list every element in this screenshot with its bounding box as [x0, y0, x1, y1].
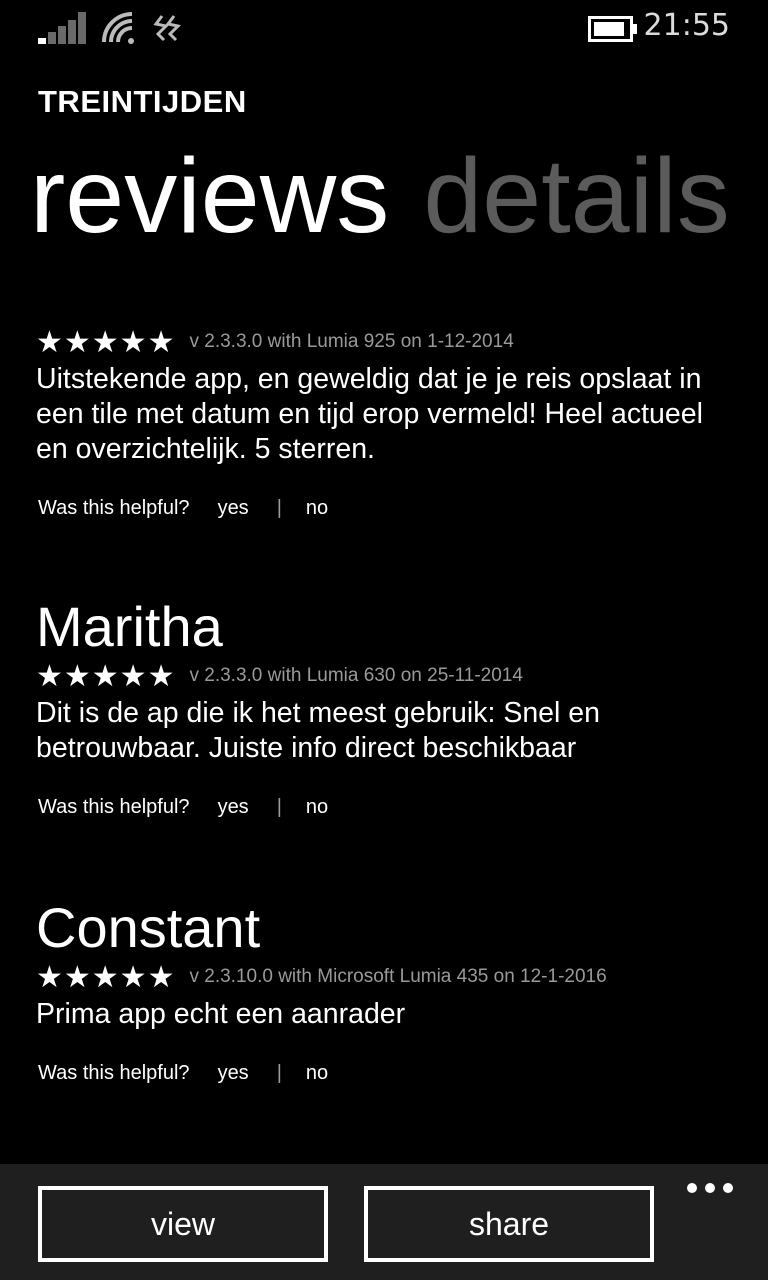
rating-stars: ★★★★★ [36, 658, 176, 694]
review-text: Prima app echt een aanrader [36, 998, 406, 1030]
rating-stars: ★★★★★ [36, 324, 176, 360]
review-meta: v 2.3.3.0 with Lumia 925 on 1-12-2014 [189, 331, 514, 352]
signal-icon [38, 12, 86, 44]
review-text: Dit is de ap die ik het meest gebruik: S… [36, 697, 600, 764]
helpful-yes-link[interactable]: yes [218, 1062, 249, 1085]
review-meta-row: ★★★★★ v 2.3.3.0 with Lumia 925 on 1-12-2… [36, 324, 736, 360]
helpful-row: Was this helpful? yes | no [36, 1062, 736, 1085]
app-title: TREINTIJDEN [38, 84, 247, 119]
helpful-question: Was this helpful? [38, 796, 190, 818]
review-item: Maritha ★★★★★ v 2.3.3.0 with Lumia 630 o… [36, 596, 736, 819]
pivot-header: reviews details [30, 140, 730, 252]
helpful-no-link[interactable]: no [306, 497, 328, 520]
data-sense-icon [153, 15, 182, 42]
helpful-yes-link[interactable]: yes [218, 796, 249, 819]
review-meta: v 2.3.3.0 with Lumia 630 on 25-11-2014 [189, 665, 523, 686]
helpful-yes-link[interactable]: yes [218, 497, 249, 520]
view-button[interactable]: view [38, 1186, 328, 1262]
share-button[interactable]: share [364, 1186, 654, 1262]
battery-icon [588, 16, 637, 42]
reviewer-name: Maritha [36, 595, 223, 658]
helpful-question: Was this helpful? [38, 497, 190, 519]
pivot-tab-details[interactable]: details [423, 140, 729, 252]
reviewer-name: Constant [36, 896, 261, 959]
helpful-separator: | [276, 796, 282, 818]
wifi-icon [102, 12, 134, 44]
reviews-list[interactable]: ★★★★★ v 2.3.3.0 with Lumia 925 on 1-12-2… [0, 290, 768, 1165]
helpful-row: Was this helpful? yes | no [36, 497, 736, 520]
helpful-row: Was this helpful? yes | no [36, 796, 736, 819]
helpful-question: Was this helpful? [38, 1062, 190, 1084]
review-text: Uitstekende app, en geweldig dat je je r… [36, 363, 703, 465]
review-meta-row: ★★★★★ v 2.3.10.0 with Microsoft Lumia 43… [36, 959, 736, 995]
app-bar: view share [0, 1164, 768, 1280]
more-dots-icon[interactable] [686, 1180, 734, 1196]
review-item: ★★★★★ v 2.3.3.0 with Lumia 925 on 1-12-2… [36, 324, 736, 520]
helpful-no-link[interactable]: no [306, 796, 328, 819]
helpful-separator: | [276, 497, 282, 519]
pivot-tab-reviews[interactable]: reviews [30, 140, 389, 252]
helpful-separator: | [276, 1062, 282, 1084]
status-bar: 21:55 [0, 0, 768, 56]
review-item: Constant ★★★★★ v 2.3.10.0 with Microsoft… [36, 897, 736, 1085]
review-meta: v 2.3.10.0 with Microsoft Lumia 435 on 1… [189, 966, 607, 987]
helpful-no-link[interactable]: no [306, 1062, 328, 1085]
rating-stars: ★★★★★ [36, 959, 176, 995]
clock: 21:55 [643, 8, 730, 43]
review-meta-row: ★★★★★ v 2.3.3.0 with Lumia 630 on 25-11-… [36, 658, 736, 694]
